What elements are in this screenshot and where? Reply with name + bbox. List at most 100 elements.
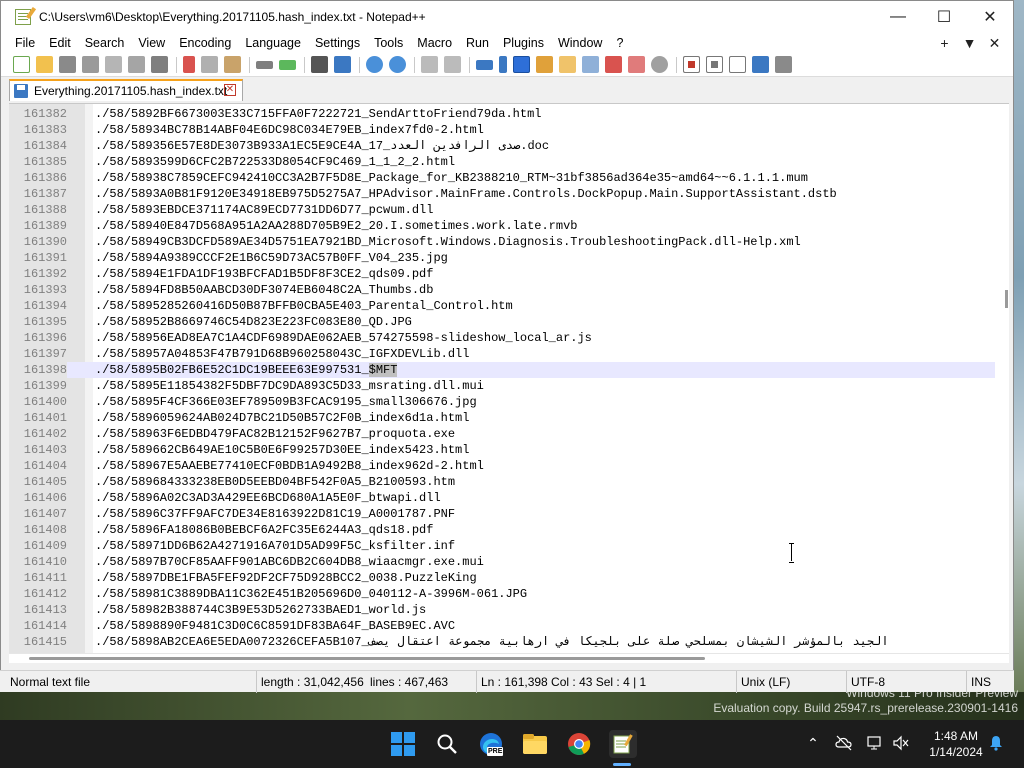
close-document-icon[interactable]: ✕	[982, 33, 1007, 53]
notepadpp-taskbar-icon[interactable]	[609, 730, 637, 758]
menu-edit[interactable]: Edit	[42, 33, 78, 53]
editor-line[interactable]: 161400 ./58/5895F4CF366E03EF789509B3FCAC9…	[9, 394, 995, 410]
menu-help[interactable]: ?	[609, 33, 630, 53]
editor-line[interactable]: 161388 ./58/5893EBDCE371174AC89ECD7731DD6…	[9, 202, 995, 218]
editor-line[interactable]: 161412 ./58/58981C3889DBA11C362E451B20569…	[9, 586, 995, 602]
editor-line[interactable]: 161402 ./58/58963F6EDBD479FAC82B12152F962…	[9, 426, 995, 442]
new-tab-plus-icon[interactable]: +	[932, 33, 957, 53]
vertical-scrollbar-thumb[interactable]	[1005, 290, 1008, 308]
editor-line[interactable]: 161386 ./58/58938C7859CEFC942410CC3A2B7F5…	[9, 170, 995, 186]
editor-line[interactable]: 161394 ./58/5895285260416D50B87BFFB0CBA5E…	[9, 298, 995, 314]
editor-line[interactable]: 161408 ./58/5896FA18086B0BEBCF6A2FC35E624…	[9, 522, 995, 538]
editor-line[interactable]: 161409 ./58/58971DD6B62A4271916A701D5AD99…	[9, 538, 995, 554]
horizontal-scrollbar[interactable]	[9, 653, 1009, 663]
vertical-scrollbar[interactable]	[1004, 104, 1009, 655]
menu-encoding[interactable]: Encoding	[172, 33, 238, 53]
editor-line[interactable]: 161396 ./58/58956EAD8EA7C1A4CDF6989DAE062…	[9, 330, 995, 346]
macro-save-icon[interactable]	[775, 56, 792, 73]
editor-line[interactable]: 161399 ./58/5895E11854382F5DBF7DC9DA893C5…	[9, 378, 995, 394]
editor-line[interactable]: 161410 ./58/5897B70CF85AAFF901ABC6DB2C604…	[9, 554, 995, 570]
find-icon[interactable]	[311, 56, 328, 73]
volume-muted-icon[interactable]	[892, 734, 910, 752]
editor-line[interactable]: 161384 ./58/589356E57E8DE3073B933A1EC5E9C…	[9, 138, 995, 154]
document-list-icon[interactable]	[582, 56, 599, 73]
editor-line[interactable]: 161393 ./58/5894FD8B50AABCD30DF3074EB6048…	[9, 282, 995, 298]
tab-close-icon[interactable]: ✕	[224, 84, 236, 96]
user-defined-language-icon[interactable]	[536, 56, 553, 73]
undo-icon[interactable]	[256, 60, 273, 69]
editor-line[interactable]: 161413 ./58/58982B388744C3B9E53D5262733BA…	[9, 602, 995, 618]
tab-hash-index[interactable]: Everything.20171105.hash_index.txt ✕	[9, 79, 243, 101]
menu-window[interactable]: Window	[551, 33, 609, 53]
editor-line[interactable]: 161395 ./58/58952B8669746C54D823E223FC083…	[9, 314, 995, 330]
menu-search[interactable]: Search	[78, 33, 132, 53]
editor-line[interactable]: 161392 ./58/5894E1FDA1DF193BFCFAD1B5DF8F3…	[9, 266, 995, 282]
status-encoding[interactable]: UTF-8	[846, 671, 885, 693]
text-editor[interactable]: 161382 ./58/5892BF6673003E33C715FFA0F7222…	[9, 103, 1009, 655]
close-all-icon[interactable]	[128, 56, 145, 73]
menu-file[interactable]: File	[1, 33, 42, 53]
editor-line[interactable]: 161385 ./58/5893599D6CFC2B722533D8054CF9C…	[9, 154, 995, 170]
current-line[interactable]: 161398 ./58/5895B02FB6E52C1DC19BEEE63E997…	[9, 362, 995, 378]
open-file-icon[interactable]	[36, 56, 53, 73]
redo-icon[interactable]	[279, 59, 296, 70]
editor-line[interactable]: 161390 ./58/58949CB3DCFD589AE34D5751EA792…	[9, 234, 995, 250]
paste-icon[interactable]	[224, 56, 241, 73]
replace-icon[interactable]	[334, 56, 351, 73]
menu-run[interactable]: Run	[459, 33, 496, 53]
function-list-icon[interactable]	[605, 56, 622, 73]
macro-run-multiple-icon[interactable]	[752, 56, 769, 73]
sync-horizontal-icon[interactable]	[444, 56, 461, 73]
chrome-icon[interactable]	[565, 730, 593, 758]
editor-line[interactable]: 161405 ./58/589684333238EB0D5EEBD04BF542F…	[9, 474, 995, 490]
tab-list-dropdown-icon[interactable]: ▼	[957, 33, 982, 53]
print-icon[interactable]	[151, 56, 168, 73]
cut-icon[interactable]	[183, 56, 195, 73]
horizontal-scrollbar-thumb[interactable]	[29, 657, 705, 660]
save-icon[interactable]	[59, 56, 76, 73]
macro-record-icon[interactable]	[683, 56, 700, 73]
editor-line[interactable]: 161397 ./58/58957A04853F47B791D68B9602580…	[9, 346, 995, 362]
document-map-icon[interactable]	[559, 56, 576, 73]
title-bar[interactable]: C:\Users\vm6\Desktop\Everything.20171105…	[1, 1, 1013, 33]
editor-line[interactable]: 161403 ./58/589662CB649AE10C5B0E6F99257D3…	[9, 442, 995, 458]
editor-line[interactable]: 161414 ./58/5898890F9481C3D0C6C8591DF83BA…	[9, 618, 995, 634]
editor-line[interactable]: 161406 ./58/5896A02C3AD3A429EE6BCD680A1A5…	[9, 490, 995, 506]
onedrive-cloud-icon[interactable]	[835, 734, 853, 752]
menu-settings[interactable]: Settings	[308, 33, 367, 53]
menu-macro[interactable]: Macro	[410, 33, 459, 53]
file-explorer-icon[interactable]	[521, 730, 549, 758]
new-file-icon[interactable]	[13, 56, 30, 73]
folder-as-workspace-icon[interactable]	[628, 56, 645, 73]
monitoring-icon[interactable]	[651, 56, 668, 73]
maximize-button[interactable]: ☐	[921, 1, 967, 33]
save-all-icon[interactable]	[82, 56, 99, 73]
status-eol[interactable]: Unix (LF)	[736, 671, 790, 693]
macro-play-icon[interactable]	[729, 56, 746, 73]
menu-language[interactable]: Language	[238, 33, 308, 53]
show-hidden-icons-chevron-icon[interactable]: ⌃	[804, 734, 822, 752]
indent-guide-icon[interactable]	[513, 56, 530, 73]
search-icon[interactable]	[433, 730, 461, 758]
editor-line[interactable]: 161407 ./58/5896C37FF9AFC7DE34E8163922D81…	[9, 506, 995, 522]
editor-line[interactable]: 161383 ./58/58934BC78B14ABF04E6DC98C034E7…	[9, 122, 995, 138]
zoom-in-icon[interactable]	[366, 56, 383, 73]
sync-vertical-icon[interactable]	[421, 56, 438, 73]
menu-view[interactable]: View	[131, 33, 172, 53]
minimize-button[interactable]: —	[875, 1, 921, 33]
editor-line[interactable]: 161382 ./58/5892BF6673003E33C715FFA0F7222…	[9, 106, 995, 122]
editor-line[interactable]: 161389 ./58/58940E847D568A951A2AA288D705B…	[9, 218, 995, 234]
editor-line[interactable]: 161404 ./58/58967E5AAEBE77410ECF0BDB1A949…	[9, 458, 995, 474]
macro-stop-icon[interactable]	[706, 56, 723, 73]
word-wrap-icon[interactable]	[476, 59, 493, 70]
notification-bell-icon[interactable]	[987, 734, 1005, 752]
close-button[interactable]: ✕	[967, 1, 1013, 33]
menu-tools[interactable]: Tools	[367, 33, 410, 53]
editor-line[interactable]: 161387 ./58/5893A0B81F9120E34918EB975D527…	[9, 186, 995, 202]
start-button-windows-icon[interactable]	[389, 730, 417, 758]
editor-line[interactable]: 161401 ./58/5896059624AB024D7BC21D50B57C2…	[9, 410, 995, 426]
menu-plugins[interactable]: Plugins	[496, 33, 551, 53]
editor-line[interactable]: 161415 ./58/5898AB2CEA6E5EDA0072326CEFA5B…	[9, 634, 995, 650]
editor-line[interactable]: 161411 ./58/5897DBE1FBA5FEF92DF2CF75D928B…	[9, 570, 995, 586]
show-all-characters-icon[interactable]	[499, 56, 507, 73]
